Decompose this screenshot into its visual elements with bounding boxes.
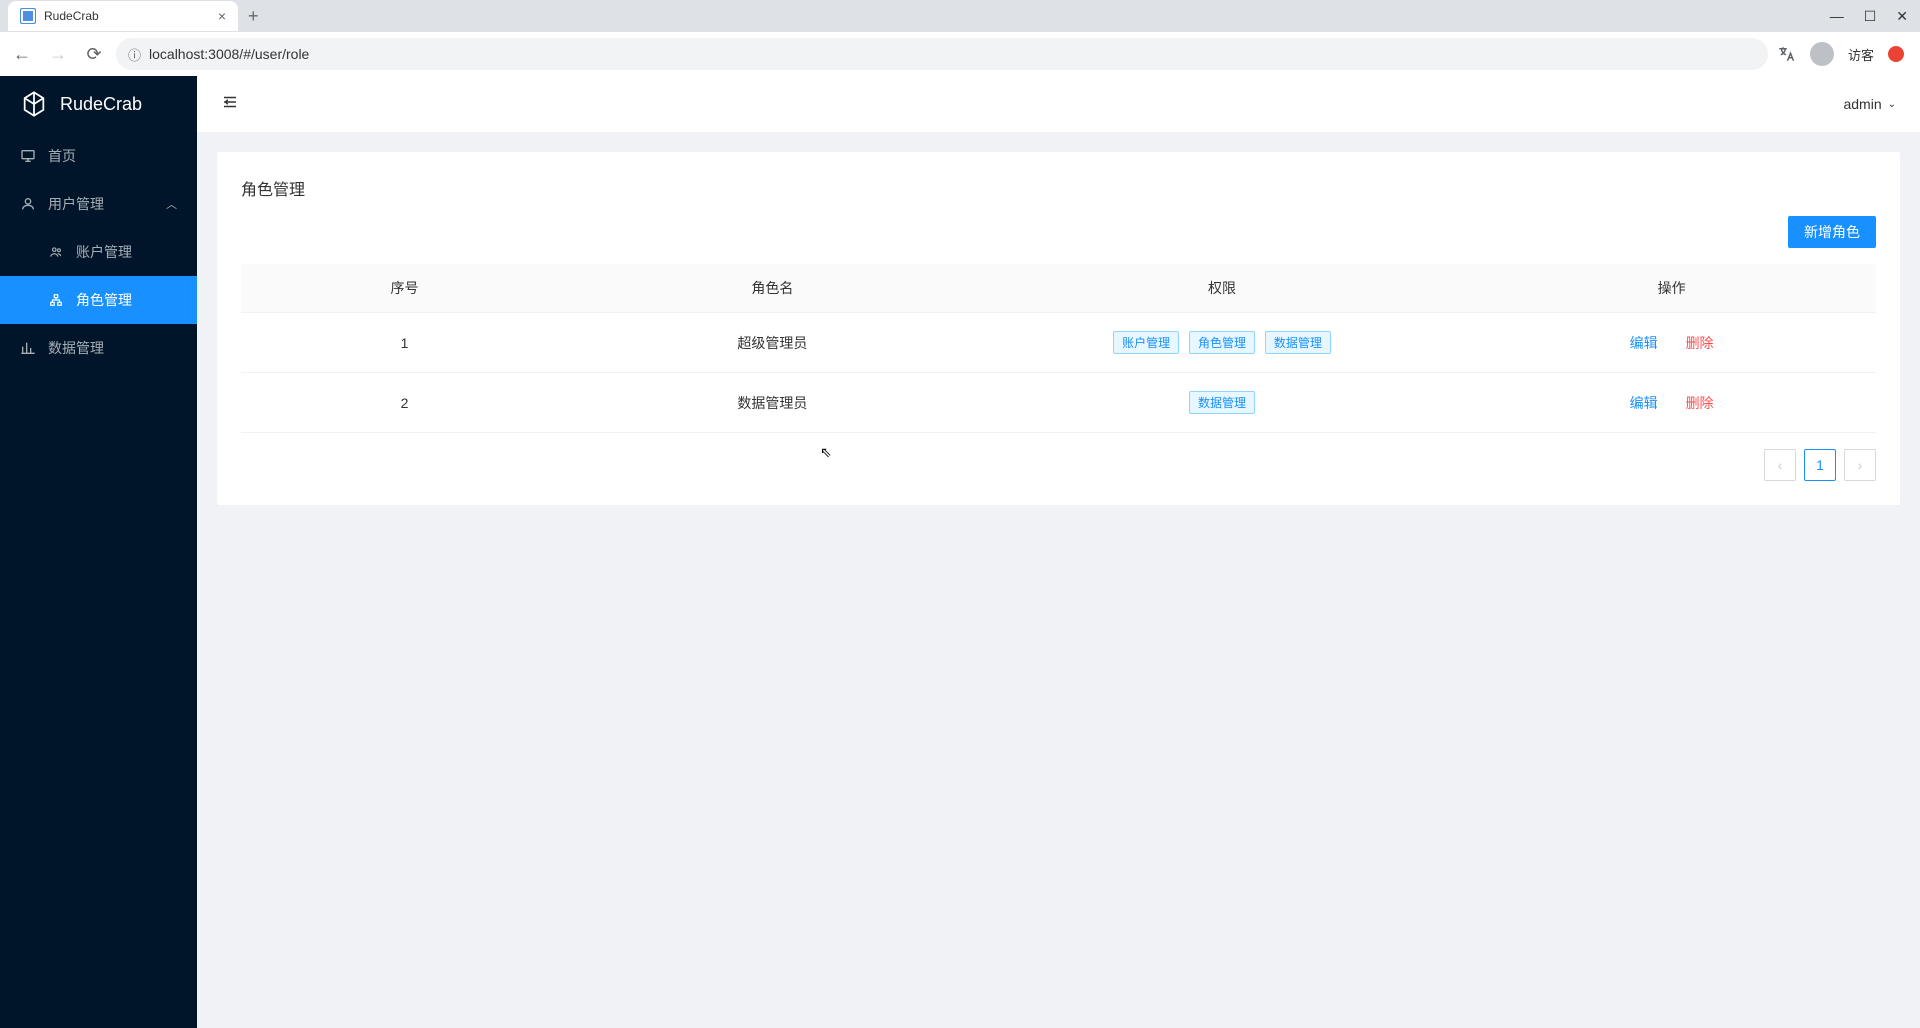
content: 角色管理 新增角色 序号 角色名 权限 操作 — [197, 132, 1920, 1028]
sidebar-item-label: 数据管理 — [48, 338, 104, 358]
toolbar: 新增角色 — [241, 216, 1876, 248]
user-icon — [20, 196, 36, 212]
perm-tag: 数据管理 — [1189, 391, 1255, 414]
sidebar: RudeCrab 首页 用户管理 ︿ — [0, 76, 197, 1028]
cell-seq: 2 — [241, 373, 568, 433]
table-header-row: 序号 角色名 权限 操作 — [241, 264, 1876, 313]
cell-actions: 编辑 删除 — [1467, 313, 1876, 373]
header: admin ⌄ — [197, 76, 1920, 132]
perm-tag: 角色管理 — [1189, 331, 1255, 354]
sidebar-item-label: 首页 — [48, 146, 76, 166]
sidebar-item-label: 用户管理 — [48, 194, 104, 214]
chevron-up-icon: ︿ — [166, 196, 177, 212]
tab-bar: RudeCrab × + — ☐ ✕ — [0, 0, 1920, 32]
delete-button[interactable]: 删除 — [1686, 335, 1714, 351]
col-header-name: 角色名 — [568, 264, 977, 313]
submenu-user: 账户管理 角色管理 — [0, 228, 197, 324]
address-bar: ← → ⟳ ⓘ localhost:3008/#/user/role 访客 — [0, 32, 1920, 76]
logo-text: RudeCrab — [60, 94, 142, 115]
back-icon[interactable]: ← — [8, 40, 36, 68]
cell-perms: 数据管理 — [977, 373, 1468, 433]
col-header-perm: 权限 — [977, 264, 1468, 313]
add-role-button[interactable]: 新增角色 — [1788, 216, 1876, 248]
extension-icon[interactable] — [1888, 46, 1904, 62]
sidebar-item-label: 账户管理 — [76, 242, 132, 262]
cell-name: 数据管理员 — [568, 373, 977, 433]
pagination: ‹ 1 › — [241, 449, 1876, 481]
page-number-button[interactable]: 1 — [1804, 449, 1836, 481]
logo-area[interactable]: RudeCrab — [0, 76, 197, 132]
guest-label: 访客 — [1848, 45, 1874, 64]
close-window-icon[interactable]: ✕ — [1896, 8, 1908, 25]
page-prev-button[interactable]: ‹ — [1764, 449, 1796, 481]
cell-perms: 账户管理 角色管理 数据管理 — [977, 313, 1468, 373]
nav-menu: 首页 用户管理 ︿ 账户管理 — [0, 132, 197, 372]
sidebar-item-user-mgmt[interactable]: 用户管理 ︿ — [0, 180, 197, 228]
main-area: admin ⌄ 角色管理 新增角色 序号 角色名 权限 操作 — [197, 76, 1920, 1028]
header-user-label: admin — [1843, 96, 1881, 112]
col-header-seq: 序号 — [241, 264, 568, 313]
header-user-dropdown[interactable]: admin ⌄ — [1843, 96, 1896, 112]
edit-button[interactable]: 编辑 — [1630, 395, 1658, 411]
team-icon — [48, 244, 64, 260]
minimize-icon[interactable]: — — [1830, 8, 1844, 25]
new-tab-button[interactable]: + — [238, 6, 269, 27]
page-title: 角色管理 — [241, 176, 1876, 200]
role-table: 序号 角色名 权限 操作 1 超级管理员 账户管理 角色管理 — [241, 264, 1876, 433]
chart-icon — [20, 340, 36, 356]
address-bar-right: 访客 — [1776, 42, 1912, 66]
card: 角色管理 新增角色 序号 角色名 权限 操作 — [217, 152, 1900, 505]
page-next-button[interactable]: › — [1844, 449, 1876, 481]
sidebar-item-label: 角色管理 — [76, 290, 132, 310]
url-input[interactable]: ⓘ localhost:3008/#/user/role — [116, 38, 1768, 70]
tab-title: RudeCrab — [44, 9, 210, 23]
perm-tag: 数据管理 — [1265, 331, 1331, 354]
browser-tab[interactable]: RudeCrab × — [8, 1, 238, 31]
collapse-sidebar-icon[interactable] — [221, 93, 239, 116]
apartment-icon — [48, 292, 64, 308]
desktop-icon — [20, 148, 36, 164]
sidebar-item-home[interactable]: 首页 — [0, 132, 197, 180]
translate-icon[interactable] — [1776, 44, 1796, 64]
url-text: localhost:3008/#/user/role — [149, 46, 309, 62]
cell-name: 超级管理员 — [568, 313, 977, 373]
window-controls: — ☐ ✕ — [1830, 8, 1920, 25]
chevron-down-icon: ⌄ — [1888, 99, 1896, 110]
sidebar-item-data[interactable]: 数据管理 — [0, 324, 197, 372]
browser-chrome: RudeCrab × + — ☐ ✕ ← → ⟳ ⓘ localhost:300… — [0, 0, 1920, 76]
col-header-action: 操作 — [1467, 264, 1876, 313]
table-row: 2 数据管理员 数据管理 编辑 删除 — [241, 373, 1876, 433]
cell-seq: 1 — [241, 313, 568, 373]
app-container: RudeCrab 首页 用户管理 ︿ — [0, 76, 1920, 1028]
sidebar-item-account[interactable]: 账户管理 — [0, 228, 197, 276]
perm-tag: 账户管理 — [1113, 331, 1179, 354]
forward-icon[interactable]: → — [44, 40, 72, 68]
avatar-icon[interactable] — [1810, 42, 1834, 66]
tab-favicon-icon — [20, 8, 36, 24]
maximize-icon[interactable]: ☐ — [1864, 8, 1877, 25]
info-icon: ⓘ — [128, 45, 141, 64]
table-row: 1 超级管理员 账户管理 角色管理 数据管理 编辑 删除 — [241, 313, 1876, 373]
delete-button[interactable]: 删除 — [1686, 395, 1714, 411]
cell-actions: 编辑 删除 — [1467, 373, 1876, 433]
edit-button[interactable]: 编辑 — [1630, 335, 1658, 351]
close-icon[interactable]: × — [218, 8, 226, 24]
logo-icon — [20, 90, 48, 118]
reload-icon[interactable]: ⟳ — [80, 40, 108, 68]
sidebar-item-role[interactable]: 角色管理 — [0, 276, 197, 324]
